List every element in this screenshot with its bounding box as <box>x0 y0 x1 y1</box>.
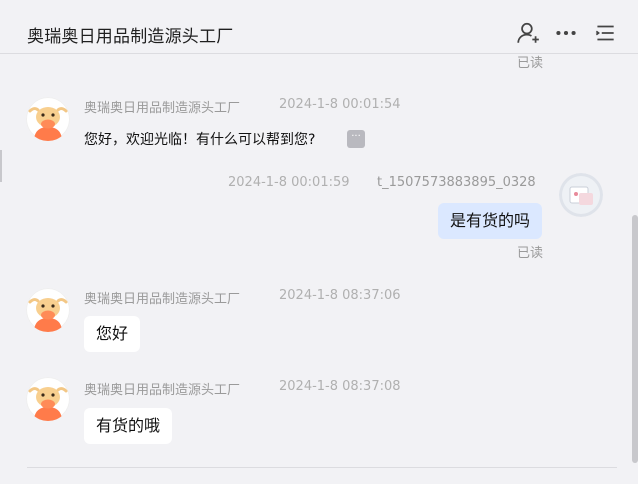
avatar[interactable] <box>26 288 70 332</box>
message-bubble: 是有货的吗 <box>438 203 543 239</box>
input-divider <box>27 467 617 468</box>
sender-name: t_1507573883895_0328 <box>377 175 536 190</box>
avatar[interactable] <box>26 97 70 141</box>
message-time: 2024-1-8 00:01:59 <box>228 175 350 190</box>
sender-name: 奥瑞奥日用品制造源头工厂 <box>84 383 241 398</box>
chat-header: 奥瑞奥日用品制造源头工厂 <box>0 0 638 54</box>
read-receipt: 已读 <box>517 246 544 261</box>
avatar[interactable] <box>26 377 70 421</box>
sender-name: 奥瑞奥日用品制造源头工厂 <box>84 292 241 307</box>
message-bubble: 您好 <box>84 316 141 352</box>
read-receipt: 已读 <box>517 56 544 71</box>
message-bubble: 有货的哦 <box>84 408 173 444</box>
avatar[interactable] <box>559 173 603 217</box>
chat-window: 奥瑞奥日用品制造源头工厂 已读 奥瑞奥日用品制造源头工厂 2024-1-8 00… <box>0 0 638 484</box>
sender-name: 奥瑞奥日用品制造源头工厂 <box>84 101 241 116</box>
message-time: 2024-1-8 08:37:06 <box>279 288 401 303</box>
list-menu-icon[interactable] <box>592 20 618 46</box>
add-contact-icon[interactable] <box>515 20 541 46</box>
message-list[interactable]: 已读 奥瑞奥日用品制造源头工厂 2024-1-8 00:01:54 您好，欢迎光… <box>0 55 638 467</box>
more-dots-icon[interactable] <box>553 20 579 46</box>
message-time: 2024-1-8 00:01:54 <box>279 97 401 112</box>
message-more-button[interactable]: ··· <box>347 130 365 148</box>
scrollbar-thumb[interactable] <box>632 215 638 463</box>
message-text: 您好，欢迎光临！有什么可以帮到您? <box>84 132 316 148</box>
message-time: 2024-1-8 08:37:08 <box>279 379 401 394</box>
chat-title: 奥瑞奥日用品制造源头工厂 <box>27 27 234 47</box>
